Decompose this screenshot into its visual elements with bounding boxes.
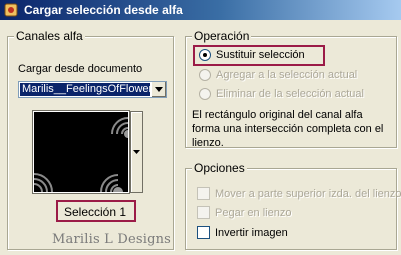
- move-to-top-left-label: Mover a parte superior izda. del lienzo: [215, 187, 401, 200]
- operation-group-title: Operación: [192, 29, 252, 43]
- invert-image-checkbox[interactable]: Invertir imagen: [197, 226, 288, 239]
- watermark-signature: Marilis L Designs: [52, 232, 172, 247]
- add-to-selection-radio[interactable]: Agregar a la selección actual: [199, 69, 357, 81]
- operation-description: El rectángulo original del canal alfa fo…: [192, 109, 384, 149]
- paste-on-canvas-checkbox[interactable]: Pegar en lienzo: [197, 206, 291, 219]
- paste-on-canvas-label: Pegar en lienzo: [215, 206, 292, 219]
- options-group-title: Opciones: [192, 161, 247, 175]
- document-select-value: Marilis__FeelingsOfFlowers: [20, 83, 150, 96]
- alpha-channel-preview: [32, 110, 132, 197]
- move-to-top-left-checkbox[interactable]: Mover a parte superior izda. del lienzo: [197, 187, 401, 200]
- preview-graphic: [33, 117, 132, 197]
- radio-button[interactable]: [199, 69, 211, 81]
- app-logo-icon: [4, 3, 18, 17]
- radio-button[interactable]: [199, 49, 211, 61]
- load-from-document-label: Cargar desde documento: [18, 63, 143, 75]
- radio-button[interactable]: [199, 88, 211, 100]
- document-select[interactable]: Marilis__FeelingsOfFlowers: [18, 81, 167, 98]
- window-title: Cargar selección desde alfa: [24, 3, 183, 17]
- load-selection-from-alpha-dialog: Cargar selección desde alfa Canales alfa…: [0, 0, 401, 255]
- invert-image-label: Invertir imagen: [215, 226, 288, 239]
- remove-from-selection-radio[interactable]: Eliminar de la selección actual: [199, 88, 364, 100]
- replace-selection-radio[interactable]: Sustituir selección: [199, 49, 305, 61]
- checkbox[interactable]: [197, 187, 210, 200]
- replace-selection-label: Sustituir selección: [216, 49, 305, 61]
- chevron-down-icon[interactable]: [151, 82, 166, 97]
- preview-dropdown-button[interactable]: [130, 111, 143, 193]
- alpha-channels-group-title: Canales alfa: [14, 29, 85, 43]
- title-bar[interactable]: Cargar selección desde alfa: [0, 0, 401, 20]
- triangle-down-icon: [133, 150, 140, 154]
- checkbox[interactable]: [197, 226, 210, 239]
- checkbox[interactable]: [197, 206, 210, 219]
- remove-from-selection-label: Eliminar de la selección actual: [216, 88, 364, 100]
- channel-label: Selección 1: [64, 205, 127, 219]
- add-to-selection-label: Agregar a la selección actual: [216, 69, 358, 81]
